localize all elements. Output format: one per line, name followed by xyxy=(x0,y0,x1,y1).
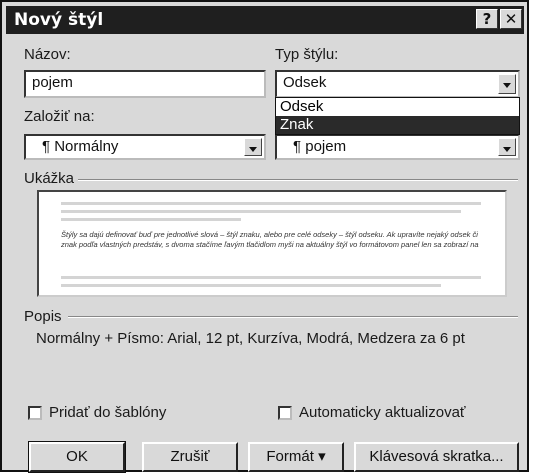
dropdown-option-odsek[interactable]: Odsek xyxy=(276,98,519,116)
format-button[interactable]: Formát ▾ xyxy=(248,442,344,472)
preview-sample-text: Štýly sa dajú definovať buď pre jednotli… xyxy=(61,230,479,249)
description-label: Popis xyxy=(24,308,62,325)
name-label: Názov: xyxy=(24,46,71,63)
help-button[interactable]: ? xyxy=(476,9,498,29)
chevron-down-icon[interactable] xyxy=(244,138,262,156)
next-style-select[interactable]: ¶ pojem xyxy=(275,134,520,160)
style-type-value: Odsek xyxy=(283,74,327,91)
auto-update-checkbox[interactable] xyxy=(278,406,292,420)
ok-button[interactable]: OK xyxy=(28,441,126,473)
preview-label: Ukážka xyxy=(24,170,75,187)
title-bar[interactable]: Nový štýl ? ✕ xyxy=(6,6,524,34)
based-on-value: ¶ Normálny xyxy=(42,138,119,155)
preview-grey-line xyxy=(61,218,241,221)
dialog-title: Nový štýl xyxy=(14,10,104,30)
style-type-dropdown-list: Odsek Znak xyxy=(275,97,520,135)
add-to-template-checkbox[interactable] xyxy=(28,406,42,420)
chevron-down-icon[interactable] xyxy=(498,138,516,156)
preview-grey-line xyxy=(61,202,481,205)
preview-box: Štýly sa dajú definovať buď pre jednotli… xyxy=(37,190,507,297)
preview-grey-line xyxy=(61,276,481,279)
based-on-select[interactable]: ¶ Normálny xyxy=(24,134,266,160)
chevron-down-icon[interactable] xyxy=(498,74,516,94)
shortcut-key-button[interactable]: Klávesová skratka... xyxy=(354,442,519,472)
based-on-label: Založiť na: xyxy=(24,108,95,125)
close-button[interactable]: ✕ xyxy=(500,9,522,29)
cancel-button[interactable]: Zrušiť xyxy=(142,442,238,472)
new-style-dialog: Nový štýl ? ✕ Názov: pojem Typ štýlu: Od… xyxy=(0,0,529,473)
description-text: Normálny + Písmo: Arial, 12 pt, Kurzíva,… xyxy=(36,330,465,347)
next-style-value: ¶ pojem xyxy=(293,138,347,155)
preview-grey-line xyxy=(61,284,441,287)
preview-grey-line xyxy=(61,210,461,213)
preview-group-line xyxy=(78,179,518,181)
auto-update-label[interactable]: Automaticky aktualizovať xyxy=(299,404,466,421)
name-input[interactable]: pojem xyxy=(24,70,266,98)
style-type-select[interactable]: Odsek xyxy=(275,70,520,98)
description-group-line xyxy=(68,316,518,318)
add-to-template-label[interactable]: Pridať do šablóny xyxy=(49,404,166,421)
style-type-label: Typ štýlu: xyxy=(275,46,339,63)
dropdown-option-znak[interactable]: Znak xyxy=(276,116,519,134)
